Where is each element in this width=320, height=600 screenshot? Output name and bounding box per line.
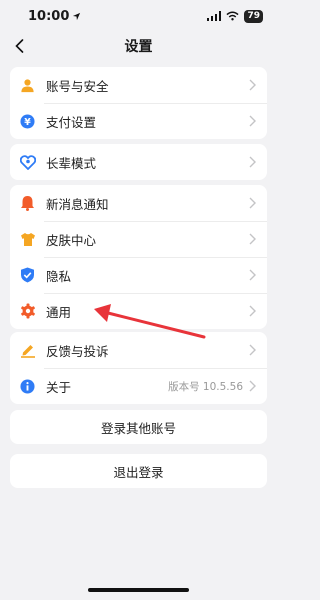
row-label: 通用 bbox=[46, 304, 72, 320]
shield-icon bbox=[19, 267, 36, 284]
nav-bar: 设置 bbox=[0, 32, 277, 60]
chevron-right-icon bbox=[249, 233, 257, 245]
row-general[interactable]: 通用 bbox=[10, 293, 267, 329]
page-title: 设置 bbox=[124, 39, 153, 55]
chevron-left-icon bbox=[14, 39, 23, 53]
row-label: 支付设置 bbox=[46, 114, 97, 130]
back-button[interactable] bbox=[8, 35, 30, 57]
preferences-group: 新消息通知 皮肤中心 隐私 通用 bbox=[10, 185, 267, 329]
about-group: 反馈与投诉 关于 版本号 10.5.56 bbox=[10, 332, 267, 404]
chevron-right-icon bbox=[249, 305, 257, 317]
row-label: 长辈模式 bbox=[46, 155, 97, 171]
home-indicator bbox=[88, 588, 189, 592]
yuan-icon: ¥ bbox=[19, 113, 36, 130]
elder-group: 长辈模式 bbox=[10, 144, 267, 180]
account-group: 账号与安全 ¥ 支付设置 bbox=[10, 67, 267, 139]
signal-icon bbox=[207, 11, 222, 21]
row-about[interactable]: 关于 版本号 10.5.56 bbox=[10, 368, 267, 404]
battery-indicator: 79 bbox=[244, 9, 263, 23]
clock: 10:00 bbox=[28, 8, 70, 24]
gear-icon bbox=[19, 303, 36, 320]
status-time: 10:00 bbox=[28, 9, 81, 24]
row-label: 账号与安全 bbox=[46, 78, 109, 94]
row-account-security[interactable]: 账号与安全 bbox=[10, 67, 267, 103]
heart-icon bbox=[19, 154, 36, 171]
chevron-right-icon bbox=[249, 269, 257, 281]
row-elder-mode[interactable]: 长辈模式 bbox=[10, 144, 267, 180]
chevron-right-icon bbox=[249, 79, 257, 91]
location-arrow-icon bbox=[73, 12, 81, 20]
shirt-icon bbox=[19, 231, 36, 248]
row-label: 关于 bbox=[46, 379, 72, 395]
chevron-right-icon bbox=[249, 197, 257, 209]
chevron-right-icon bbox=[249, 115, 257, 127]
pen-icon bbox=[19, 342, 36, 359]
status-bar: 10:00 79 bbox=[0, 0, 277, 32]
row-label: 反馈与投诉 bbox=[46, 343, 109, 359]
row-payment-settings[interactable]: ¥ 支付设置 bbox=[10, 103, 267, 139]
chevron-right-icon bbox=[249, 344, 257, 356]
version-text: 版本号 10.5.56 bbox=[168, 380, 243, 393]
status-icons: 79 bbox=[207, 9, 263, 23]
chevron-right-icon bbox=[249, 380, 257, 392]
row-label: 皮肤中心 bbox=[46, 232, 97, 248]
logout-button[interactable]: 退出登录 bbox=[10, 454, 267, 488]
bell-icon bbox=[19, 195, 36, 212]
user-icon bbox=[19, 77, 36, 94]
row-label: 新消息通知 bbox=[46, 196, 109, 212]
row-label: 隐私 bbox=[46, 268, 72, 284]
row-feedback[interactable]: 反馈与投诉 bbox=[10, 332, 267, 368]
chevron-right-icon bbox=[249, 156, 257, 168]
row-skin-center[interactable]: 皮肤中心 bbox=[10, 221, 267, 257]
row-notifications[interactable]: 新消息通知 bbox=[10, 185, 267, 221]
switch-account-button[interactable]: 登录其他账号 bbox=[10, 410, 267, 444]
info-icon bbox=[19, 378, 36, 395]
svg-text:¥: ¥ bbox=[24, 116, 31, 127]
wifi-icon bbox=[226, 11, 240, 21]
row-privacy[interactable]: 隐私 bbox=[10, 257, 267, 293]
